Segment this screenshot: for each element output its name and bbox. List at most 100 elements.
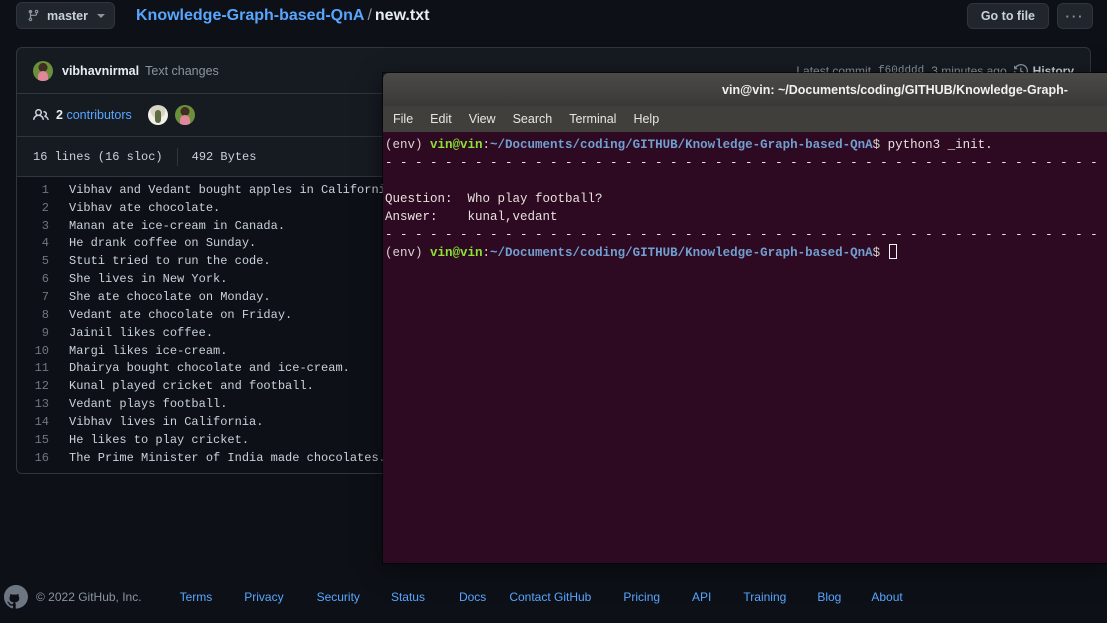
- line-content: Vedant plays football.: [69, 397, 228, 412]
- terminal-title-bar[interactable]: vin@vin: ~/Documents/coding/GITHUB/Knowl…: [383, 73, 1107, 106]
- stats-divider: [176, 147, 178, 166]
- footer-link-about[interactable]: About: [871, 590, 902, 604]
- file-size-label: 492 Bytes: [191, 149, 257, 164]
- line-content: Dhairya bought chocolate and ice-cream.: [69, 361, 350, 376]
- footer-links: Terms Privacy Security Status Docs Contact Gi…: [180, 590, 903, 604]
- line-content: The Prime Minister of India made chocola…: [69, 450, 386, 465]
- line-number[interactable]: 14: [17, 415, 59, 429]
- footer-link-api[interactable]: API: [692, 590, 711, 604]
- github-mark-icon: [4, 585, 28, 609]
- line-number[interactable]: 11: [17, 361, 59, 375]
- terminal-menu-terminal[interactable]: Terminal: [569, 112, 616, 126]
- breadcrumb-file-name: new.txt: [374, 6, 430, 24]
- terminal-output[interactable]: (env) vin@vin:~/Documents/coding/GITHUB/…: [383, 132, 1107, 563]
- footer-link-security[interactable]: Security: [317, 590, 360, 604]
- contributor-avatars: [147, 105, 195, 125]
- terminal-cursor: [888, 244, 897, 259]
- terminal-window[interactable]: vin@vin: ~/Documents/coding/GITHUB/Knowl…: [383, 73, 1107, 563]
- line-content: Manan ate ice-cream in Canada.: [69, 218, 286, 233]
- terminal-output-line: Question: Who play football?: [385, 190, 1107, 208]
- line-number[interactable]: 4: [17, 236, 59, 250]
- line-content: He drank coffee on Sunday.: [69, 236, 257, 251]
- line-content: Vibhav lives in California.: [69, 414, 264, 429]
- line-number[interactable]: 12: [17, 379, 59, 393]
- footer-link-status[interactable]: Status: [391, 590, 425, 604]
- terminal-separator: - - - - - - - - - - - - - - - - - - - - …: [385, 154, 1107, 172]
- contributors-number: 2: [56, 108, 63, 122]
- line-number[interactable]: 3: [17, 219, 59, 233]
- repo-toolbar: master Knowledge-Graph-based-QnA / new.txt…: [0, 0, 1107, 31]
- prompt-user-host: vin@vin: [430, 138, 483, 152]
- prompt-user-host: vin@vin: [430, 246, 483, 260]
- line-number[interactable]: 1: [17, 183, 59, 197]
- prompt-colon: :: [482, 138, 491, 152]
- page-footer: © 2022 GitHub, Inc. Terms Privacy Security…: [0, 571, 1107, 623]
- terminal-separator: - - - - - - - - - - - - - - - - - - - - …: [385, 226, 1107, 244]
- branch-selector-button[interactable]: master: [16, 2, 115, 29]
- separator-text: - - - - - - - - - - - - - - - - - - - - …: [385, 228, 1107, 242]
- terminal-menu-help[interactable]: Help: [633, 112, 659, 126]
- toolbar-actions: Go to file ···: [966, 3, 1093, 29]
- breadcrumb-separator: /: [367, 6, 372, 24]
- terminal-menu-view[interactable]: View: [469, 112, 496, 126]
- copyright-text: © 2022 GitHub, Inc.: [36, 590, 142, 604]
- terminal-output-line: Answer: kunal,vedant: [385, 208, 1107, 226]
- line-content: Stuti tried to run the code.: [69, 254, 271, 269]
- line-number[interactable]: 8: [17, 308, 59, 322]
- line-number[interactable]: 7: [17, 290, 59, 304]
- line-content: Kunal played cricket and football.: [69, 379, 314, 394]
- prompt-colon: :: [482, 246, 491, 260]
- footer-link-contact-github[interactable]: Contact GitHub: [509, 590, 591, 604]
- line-count-label: 16 lines (16 sloc): [33, 149, 163, 164]
- line-number[interactable]: 2: [17, 201, 59, 215]
- line-number[interactable]: 15: [17, 433, 59, 447]
- footer-link-blog[interactable]: Blog: [817, 590, 841, 604]
- line-content: She ate chocolate on Monday.: [69, 289, 271, 304]
- terminal-prompt-line: (env) vin@vin:~/Documents/coding/GITHUB/…: [385, 244, 1107, 262]
- chevron-down-icon: [97, 13, 105, 18]
- line-number[interactable]: 9: [17, 326, 59, 340]
- commit-author[interactable]: vibhavnirmal: [62, 64, 139, 78]
- prompt-path: ~/Documents/coding/GITHUB/Knowledge-Grap…: [490, 138, 873, 152]
- breadcrumb: Knowledge-Graph-based-QnA / new.txt: [136, 7, 429, 25]
- line-content: He likes to play cricket.: [69, 432, 250, 447]
- line-content: Vedant ate chocolate on Friday.: [69, 307, 293, 322]
- prompt-env: (env): [385, 246, 431, 260]
- people-icon: [33, 108, 49, 121]
- line-content: Vibhav ate chocolate.: [69, 200, 221, 215]
- avatar[interactable]: [147, 105, 168, 125]
- avatar[interactable]: [174, 105, 195, 125]
- breadcrumb-repo-link[interactable]: Knowledge-Graph-based-QnA: [136, 7, 364, 24]
- line-content: Margi likes ice-cream.: [69, 343, 228, 358]
- line-content: Jainil likes coffee.: [69, 325, 214, 340]
- git-branch-icon: [28, 9, 39, 22]
- terminal-menu-edit[interactable]: Edit: [430, 112, 452, 126]
- footer-link-training[interactable]: Training: [743, 590, 786, 604]
- contributors-count[interactable]: 2 contributors: [56, 108, 132, 122]
- line-content: She lives in New York.: [69, 272, 228, 287]
- prompt-path: ~/Documents/coding/GITHUB/Knowledge-Grap…: [490, 246, 873, 260]
- terminal-menu-file[interactable]: File: [393, 112, 413, 126]
- prompt-command: python3 _init.: [887, 138, 993, 152]
- line-number[interactable]: 13: [17, 397, 59, 411]
- terminal-prompt-line: (env) vin@vin:~/Documents/coding/GITHUB/…: [385, 136, 1107, 154]
- line-number[interactable]: 5: [17, 254, 59, 268]
- go-to-file-button[interactable]: Go to file: [966, 3, 1049, 29]
- footer-link-pricing[interactable]: Pricing: [623, 590, 660, 604]
- footer-link-privacy[interactable]: Privacy: [244, 590, 283, 604]
- commit-message[interactable]: Text changes: [145, 64, 219, 78]
- branch-name-label: master: [47, 8, 88, 23]
- contributors-label: contributors: [66, 108, 132, 122]
- screen: master Knowledge-Graph-based-QnA / new.txt…: [0, 0, 1107, 623]
- line-number[interactable]: 16: [17, 451, 59, 465]
- output-text: Question: Who play football?: [385, 192, 603, 206]
- more-options-button[interactable]: ···: [1057, 3, 1093, 29]
- footer-link-terms[interactable]: Terms: [180, 590, 213, 604]
- line-number[interactable]: 6: [17, 272, 59, 286]
- line-number[interactable]: 10: [17, 344, 59, 358]
- footer-link-docs[interactable]: Docs: [459, 590, 486, 604]
- terminal-menu-search[interactable]: Search: [513, 112, 553, 126]
- separator-text: - - - - - - - - - - - - - - - - - - - - …: [385, 156, 1107, 170]
- avatar[interactable]: [33, 60, 53, 81]
